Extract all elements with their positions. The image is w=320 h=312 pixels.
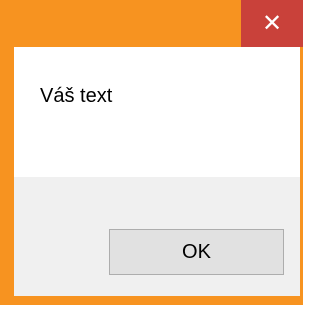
- message-area: [14, 47, 300, 177]
- close-button[interactable]: ✕: [241, 0, 303, 47]
- ok-button[interactable]: OK: [109, 229, 284, 275]
- message-text: Váš text: [40, 85, 113, 107]
- close-icon: ✕: [261, 9, 283, 37]
